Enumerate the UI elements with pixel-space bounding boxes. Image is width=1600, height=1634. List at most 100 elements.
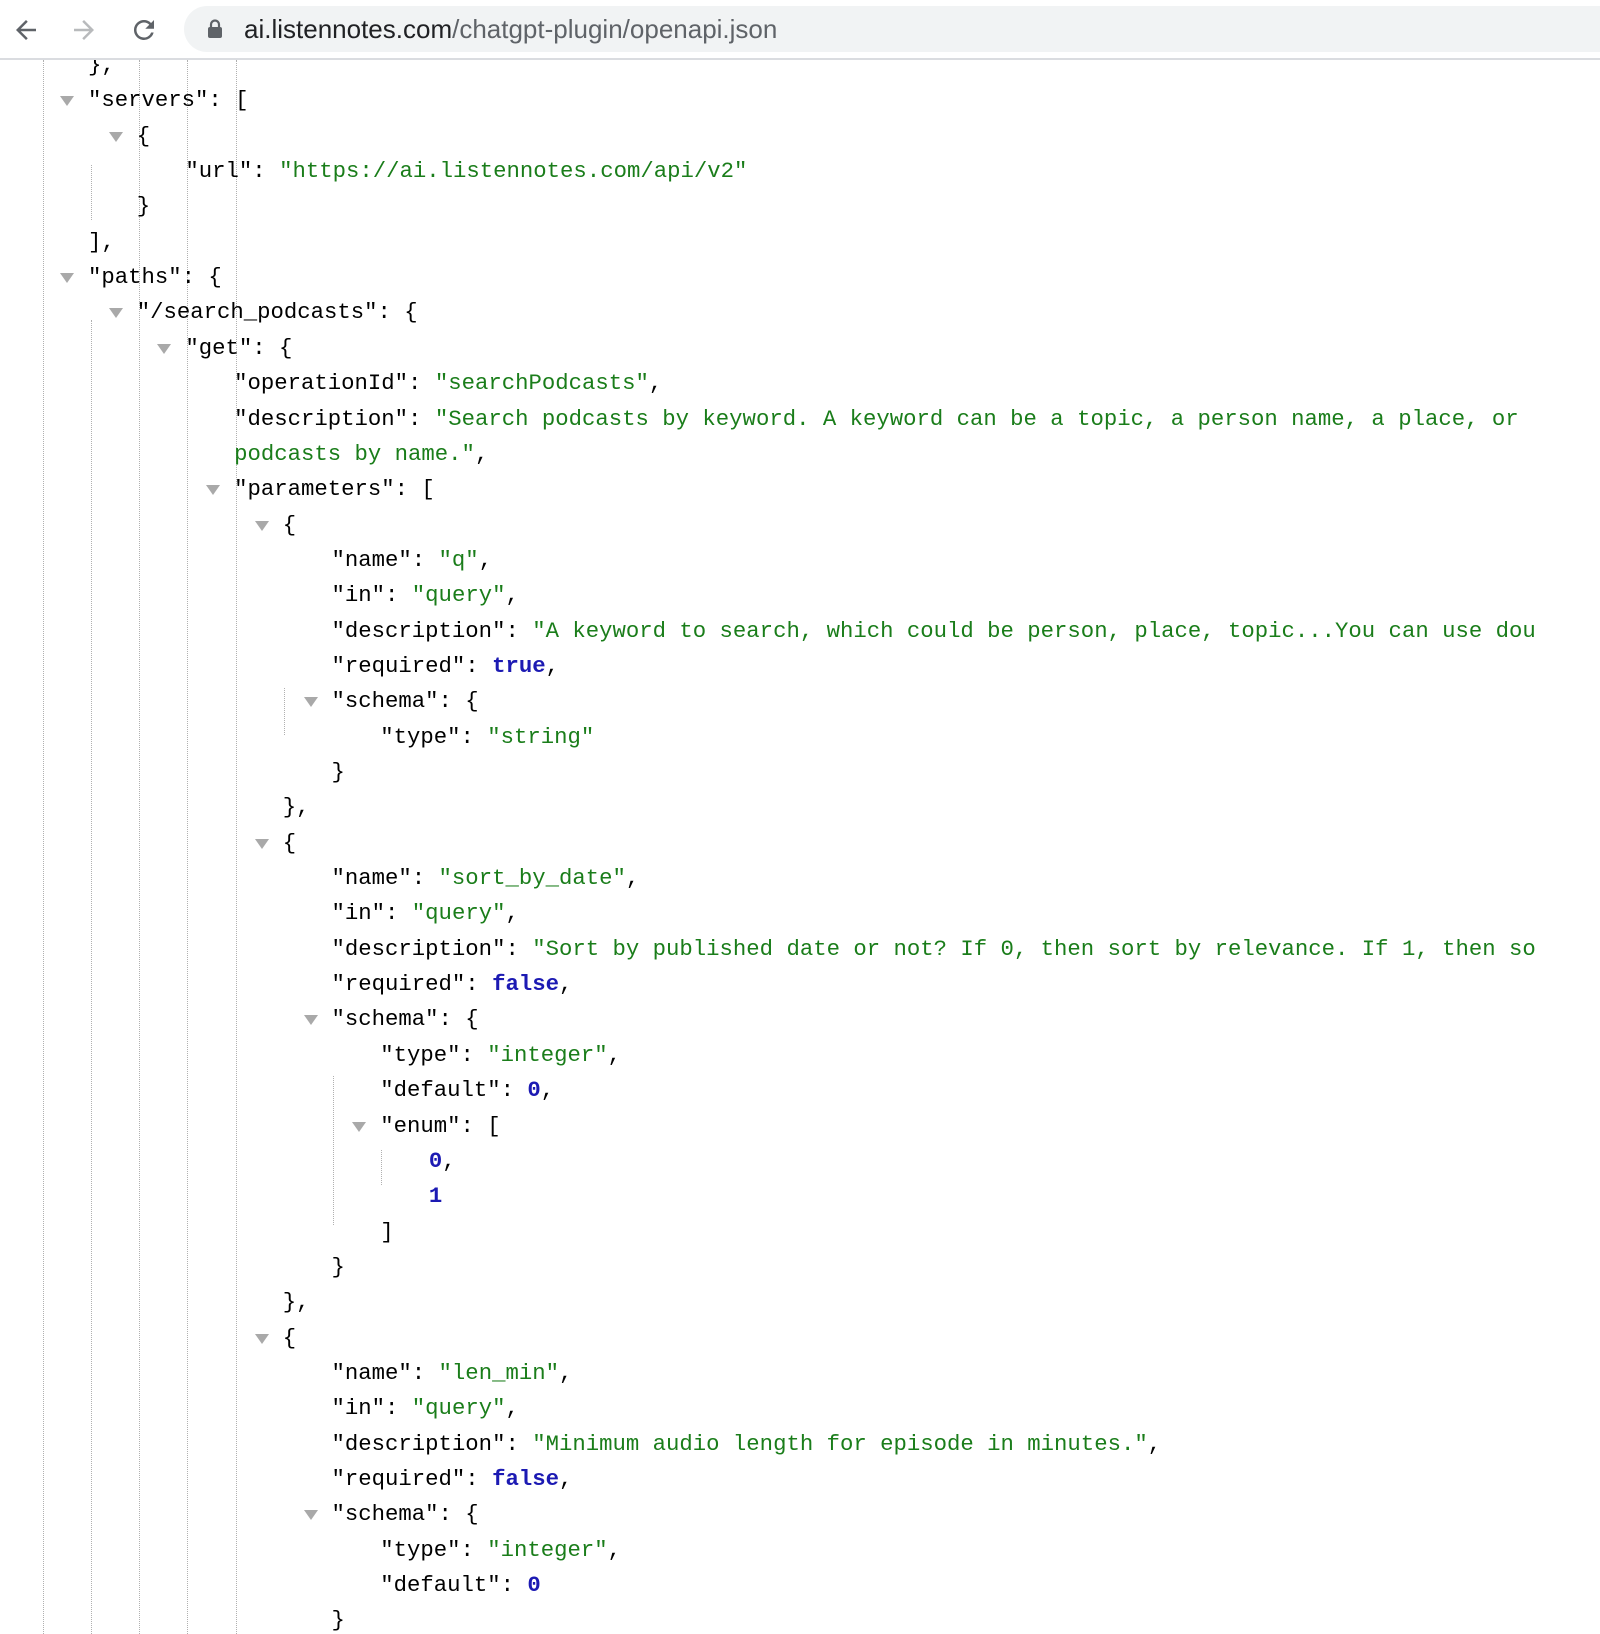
json-token: "name": xyxy=(331,865,439,892)
json-string: "len_min" xyxy=(438,1359,559,1386)
json-string: "Minimum audio length for episode in min… xyxy=(532,1430,1148,1457)
json-token: "get": { xyxy=(185,334,293,361)
json-number: 0 xyxy=(527,1077,541,1104)
json-token: , xyxy=(442,1147,456,1174)
json-line: "name": "len_min", xyxy=(332,1356,573,1391)
json-boolean: true xyxy=(492,652,546,679)
json-line: "/search_podcasts": { xyxy=(137,295,418,330)
json-token: "paths": { xyxy=(88,264,222,291)
indent-guide xyxy=(43,60,44,1634)
json-token: , xyxy=(625,865,640,892)
json-line: "description": "Minimum audio length for… xyxy=(332,1427,1162,1462)
collapse-toggle-icon[interactable] xyxy=(60,96,74,107)
collapse-toggle-icon[interactable] xyxy=(254,520,269,531)
json-line: "type": "integer", xyxy=(380,1533,621,1568)
collapse-toggle-icon[interactable] xyxy=(352,1121,367,1132)
collapse-toggle-icon[interactable] xyxy=(303,697,318,708)
forward-button[interactable] xyxy=(60,6,108,54)
json-token: "required": xyxy=(331,652,493,679)
json-token: "schema": { xyxy=(331,1501,479,1528)
reload-button[interactable] xyxy=(120,6,168,54)
json-token: } xyxy=(331,1253,345,1280)
url-host: ai.listennotes.com xyxy=(244,14,453,44)
url-text: ai.listennotes.com/chatgpt-plugin/openap… xyxy=(244,16,777,42)
json-line: "schema": { xyxy=(332,684,479,719)
json-line: } xyxy=(137,189,150,224)
collapse-toggle-icon[interactable] xyxy=(303,1510,318,1521)
json-token: ] xyxy=(380,1218,394,1245)
json-line: 0, xyxy=(429,1144,456,1179)
collapse-toggle-icon[interactable] xyxy=(254,1333,269,1344)
json-string: "https://ai.listennotes.com/api/v2" xyxy=(279,158,748,185)
json-line: ] xyxy=(380,1215,393,1250)
json-line: "paths": { xyxy=(88,260,222,295)
json-token: , xyxy=(478,546,493,573)
json-string: "Search podcasts by keyword. A keyword c… xyxy=(434,405,1519,432)
json-token: "schema": { xyxy=(331,688,479,715)
arrow-left-icon xyxy=(16,20,36,40)
address-bar[interactable]: ai.listennotes.com/chatgpt-plugin/openap… xyxy=(184,6,1600,52)
json-line: "enum": [ xyxy=(380,1109,500,1144)
json-line: "required": false, xyxy=(332,1462,573,1497)
json-token: "description": xyxy=(234,405,435,432)
indent-guide xyxy=(284,688,285,735)
json-token: "/search_podcasts": { xyxy=(136,299,418,326)
json-token: , xyxy=(1147,1430,1162,1457)
json-boolean: false xyxy=(492,971,559,998)
json-line: "description": "Search podcasts by keywo… xyxy=(234,402,1519,437)
collapse-toggle-icon[interactable] xyxy=(108,131,123,142)
json-line: } xyxy=(332,1250,345,1285)
collapse-toggle-icon[interactable] xyxy=(60,273,74,284)
json-line: "schema": { xyxy=(332,1002,479,1037)
json-line: "schema": { xyxy=(332,1497,479,1532)
json-token: "name": xyxy=(331,546,439,573)
json-line: podcasts by name.", xyxy=(234,437,488,472)
json-line: "in": "query", xyxy=(332,896,519,931)
json-token: "required": xyxy=(331,971,493,998)
json-line: "required": false, xyxy=(332,967,573,1002)
json-token: "in": xyxy=(331,582,412,609)
json-line: } xyxy=(332,755,345,790)
json-line: ], xyxy=(88,225,115,260)
json-string: "query" xyxy=(411,1395,506,1422)
json-token: }, xyxy=(282,794,310,821)
collapse-toggle-icon[interactable] xyxy=(303,1015,318,1026)
json-string: "integer" xyxy=(487,1041,608,1068)
json-line: 1 xyxy=(429,1179,442,1214)
url-path: /chatgpt-plugin/openapi.json xyxy=(452,14,778,44)
json-line: "parameters": [ xyxy=(234,472,435,507)
back-button[interactable] xyxy=(2,6,50,54)
json-line: "servers": [ xyxy=(88,83,249,118)
json-line: } xyxy=(332,1603,345,1634)
json-token: { xyxy=(282,829,297,856)
json-line: { xyxy=(283,1321,296,1356)
json-token: "type": xyxy=(380,1041,488,1068)
json-line: "required": true, xyxy=(332,649,560,684)
json-token: "type": xyxy=(380,723,488,750)
json-line: "description": "Sort by published date o… xyxy=(332,932,1536,967)
json-token: }, xyxy=(88,60,115,78)
json-line: { xyxy=(283,508,296,543)
json-token: { xyxy=(136,122,151,149)
json-token: "type": xyxy=(380,1536,488,1563)
json-token: } xyxy=(136,193,151,220)
json-token: , xyxy=(505,900,519,927)
json-string: "string" xyxy=(487,723,595,750)
collapse-toggle-icon[interactable] xyxy=(254,838,269,849)
json-token: , xyxy=(474,440,489,467)
collapse-toggle-icon[interactable] xyxy=(206,485,221,496)
json-string: "query" xyxy=(411,900,506,927)
json-token: "in": xyxy=(331,900,412,927)
json-token: { xyxy=(282,511,297,538)
json-token: , xyxy=(607,1041,622,1068)
json-line: "operationId": "searchPodcasts", xyxy=(234,366,662,401)
json-number: 1 xyxy=(428,1183,443,1210)
indent-guide xyxy=(333,1076,334,1225)
json-string: "integer" xyxy=(487,1536,608,1563)
collapse-toggle-icon[interactable] xyxy=(108,308,123,319)
json-line: { xyxy=(283,826,296,861)
collapse-toggle-icon[interactable] xyxy=(157,343,172,354)
json-token: "parameters": [ xyxy=(234,476,435,503)
json-line: { xyxy=(137,119,150,154)
json-line: }, xyxy=(283,1285,310,1320)
